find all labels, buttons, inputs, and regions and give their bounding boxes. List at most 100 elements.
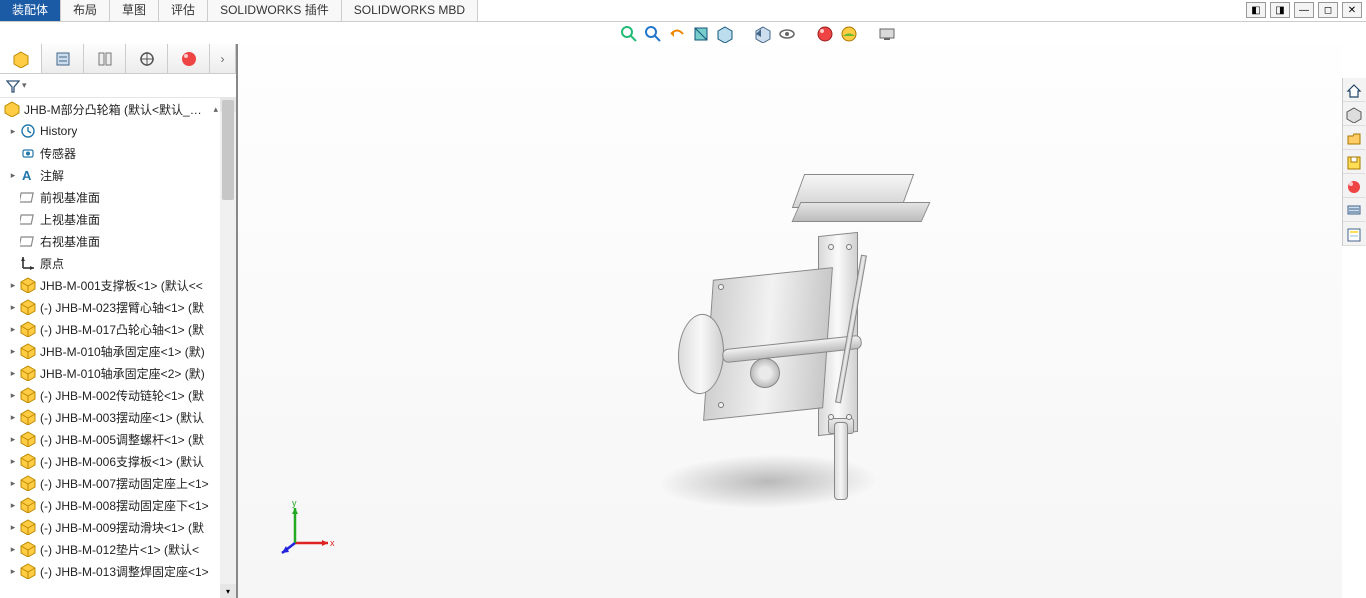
tree-node[interactable]: ▸ (-) JHB-M-013调整焊固定座<1> — [0, 560, 236, 582]
expander-icon[interactable]: ▸ — [8, 522, 18, 533]
menu-tab-evaluate[interactable]: 评估 — [159, 0, 208, 21]
tree-node[interactable]: ▸ (-) JHB-M-023摆臂心轴<1> (默 — [0, 296, 236, 318]
expander-icon[interactable]: ▸ — [8, 170, 18, 181]
section-view-icon[interactable] — [692, 25, 710, 43]
tp-part[interactable] — [1343, 104, 1365, 126]
tree-node[interactable]: ▸(-) JHB-M-008摆动固定座下<1> — [0, 494, 236, 516]
tree-node[interactable]: 右视基准面 — [0, 230, 236, 252]
fm-tab-appearance[interactable] — [168, 44, 210, 73]
tree-node-label: (-) JHB-M-017凸轮心轴<1> (默 — [40, 321, 204, 338]
expander-icon[interactable]: ▸ — [8, 544, 18, 555]
expander-icon[interactable]: ▸ — [8, 368, 18, 379]
tree-node[interactable]: ▸ (-) JHB-M-002传动链轮<1> (默 — [0, 384, 236, 406]
expander-icon[interactable]: ▸ — [8, 456, 18, 467]
expander-icon[interactable]: ▸ — [8, 566, 18, 577]
tree-node-label: History — [40, 124, 77, 138]
tree-node[interactable]: ▸JHB-M-001支撑板<1> (默认<< — [0, 274, 236, 296]
filter-dropdown-icon[interactable]: ▾ — [22, 80, 27, 91]
close-button[interactable]: ✕ — [1342, 2, 1362, 18]
tree-node[interactable]: ▸(-) JHB-M-009摆动滑块<1> (默 — [0, 516, 236, 538]
expander-icon[interactable]: ▸ — [8, 302, 18, 313]
tree-node[interactable]: ▸(-) JHB-M-012垫片<1> (默认< — [0, 538, 236, 560]
graphics-viewport[interactable]: x y — [238, 44, 1342, 598]
tree-node-label: JHB-M-010轴承固定座<1> (默) — [40, 343, 205, 360]
zoom-area-icon[interactable] — [620, 25, 638, 43]
tree-node[interactable]: ▸ (-) JHB-M-007摆动固定座上<1> — [0, 472, 236, 494]
hide-show-icon[interactable] — [778, 25, 796, 43]
expander-icon[interactable]: ▸ — [8, 500, 18, 511]
part-new-icon — [1346, 107, 1362, 123]
assembly-root-icon — [4, 101, 20, 117]
previous-view-icon[interactable] — [668, 25, 686, 43]
tree-node-label: 右视基准面 — [40, 233, 100, 250]
tree-node[interactable]: 原点 — [0, 252, 236, 274]
dock-left-button[interactable]: ◧ — [1246, 2, 1266, 18]
window-controls: ◧ ◨ — ◻ ✕ — [1246, 2, 1362, 18]
maximize-button[interactable]: ◻ — [1318, 2, 1338, 18]
tp-home[interactable] — [1343, 80, 1365, 102]
menu-tab-assembly[interactable]: 装配体 — [0, 0, 61, 21]
tree-node-label: (-) JHB-M-007摆动固定座上<1> — [40, 475, 209, 492]
display-style-icon[interactable] — [754, 25, 772, 43]
tree-node-label: (-) JHB-M-013调整焊固定座<1> — [40, 563, 209, 580]
fm-tab-tree[interactable] — [0, 44, 42, 73]
feature-manager-panel: › ▾ JHB-M部分凸轮箱 (默认<默认_显示 ▴ ▸History传感器▸A… — [0, 44, 238, 598]
tree-node[interactable]: 传感器 — [0, 142, 236, 164]
expander-icon[interactable]: ▸ — [8, 280, 18, 291]
expander-icon[interactable]: ▸ — [8, 390, 18, 401]
view-orient-icon[interactable] — [716, 25, 734, 43]
filter-icon[interactable] — [6, 79, 20, 93]
fm-tab-property[interactable] — [42, 44, 84, 73]
expander-icon[interactable]: ▸ — [8, 478, 18, 489]
tree-root[interactable]: JHB-M部分凸轮箱 (默认<默认_显示 ▴ — [0, 98, 236, 120]
tree-node[interactable]: ▸(-) JHB-M-006支撑板<1> (默认 — [0, 450, 236, 472]
tp-open[interactable] — [1343, 128, 1365, 150]
fm-tab-config[interactable] — [84, 44, 126, 73]
menu-tab-sw-addins[interactable]: SOLIDWORKS 插件 — [208, 0, 342, 21]
tree-node[interactable]: ▸ JHB-M-010轴承固定座<1> (默) — [0, 340, 236, 362]
annotation-icon: A — [20, 167, 36, 183]
history-icon — [20, 123, 36, 139]
tree-node[interactable]: ▸(-) JHB-M-003摆动座<1> (默认 — [0, 406, 236, 428]
view-settings-icon[interactable] — [878, 25, 896, 43]
expander-icon[interactable]: ▸ — [8, 126, 18, 137]
scene-icon[interactable] — [840, 25, 858, 43]
tp-display[interactable] — [1343, 200, 1365, 222]
task-pane-toolbar — [1342, 78, 1366, 246]
tree-node[interactable]: 前视基准面 — [0, 186, 236, 208]
tree-node[interactable]: ▸A注解 — [0, 164, 236, 186]
plane-icon — [20, 189, 36, 205]
expander-icon[interactable]: ▸ — [8, 412, 18, 423]
menu-tab-layout[interactable]: 布局 — [61, 0, 110, 21]
tree-scrollbar[interactable]: ▴ ▾ — [220, 98, 236, 598]
expander-icon[interactable]: ▸ — [8, 324, 18, 335]
scroll-thumb[interactable] — [222, 100, 234, 200]
tree-node[interactable]: ▸ (-) JHB-M-017凸轮心轴<1> (默 — [0, 318, 236, 340]
tree-node-label: (-) JHB-M-023摆臂心轴<1> (默 — [40, 299, 204, 316]
tp-custom-props[interactable] — [1343, 224, 1365, 246]
properties-icon — [54, 50, 72, 68]
fm-tab-overflow[interactable]: › — [210, 44, 236, 73]
menu-tab-sketch[interactable]: 草图 — [110, 0, 159, 21]
tp-save[interactable] — [1343, 152, 1365, 174]
dock-right-button[interactable]: ◨ — [1270, 2, 1290, 18]
tree-node[interactable]: ▸ History — [0, 120, 236, 142]
svg-text:y: y — [292, 498, 297, 508]
plane-icon — [20, 211, 36, 227]
fm-tab-display[interactable] — [126, 44, 168, 73]
tree-node[interactable]: ▸(-) JHB-M-005调整螺杆<1> (默 — [0, 428, 236, 450]
zoom-fit-icon[interactable] — [644, 25, 662, 43]
scroll-down-button[interactable]: ▾ — [220, 584, 236, 598]
menu-tab-sw-mbd[interactable]: SOLIDWORKS MBD — [342, 0, 478, 21]
expander-icon[interactable]: ▸ — [8, 434, 18, 445]
minimize-button[interactable]: — — [1294, 2, 1314, 18]
part-icon — [20, 409, 36, 425]
tree-node[interactable]: 上视基准面 — [0, 208, 236, 230]
expander-icon[interactable]: ▸ — [8, 346, 18, 357]
tree-node-label: 传感器 — [40, 145, 76, 162]
tp-appearances[interactable] — [1343, 176, 1365, 198]
tree-node[interactable]: ▸JHB-M-010轴承固定座<2> (默) — [0, 362, 236, 384]
appearance-icon[interactable] — [816, 25, 834, 43]
part-icon — [20, 299, 36, 315]
tree-node-label: (-) JHB-M-002传动链轮<1> (默 — [40, 387, 204, 404]
